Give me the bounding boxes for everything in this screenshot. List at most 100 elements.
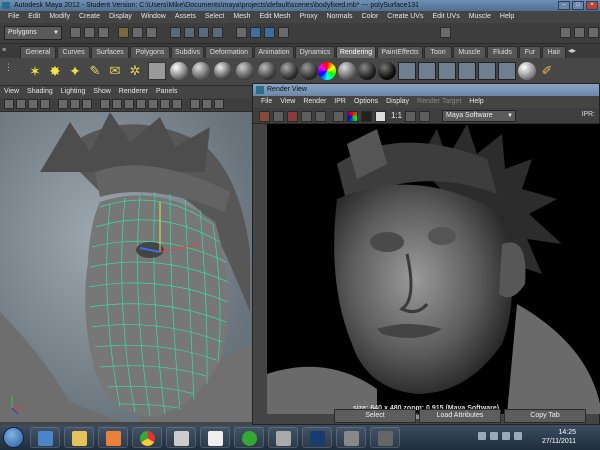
ipr-redo-icon[interactable]: [273, 111, 284, 122]
menu-create[interactable]: Create: [75, 11, 105, 23]
maximize-button[interactable]: □: [572, 1, 584, 10]
clock[interactable]: 14:25 27/11/2011: [542, 428, 576, 446]
render-settings-shelf-icon[interactable]: [438, 62, 456, 80]
taskbar-notepad[interactable]: [200, 427, 230, 448]
select-object-icon[interactable]: [132, 27, 143, 38]
use-background-icon[interactable]: [358, 62, 376, 80]
rgb-channels-icon[interactable]: [333, 111, 344, 122]
select-hierarchy-icon[interactable]: [118, 27, 129, 38]
tab-polygons[interactable]: Polygons: [130, 46, 170, 58]
directional-light-icon[interactable]: ✸: [46, 62, 64, 80]
shelf-menu-icon[interactable]: ≡: [2, 47, 6, 54]
taskbar-zbrush[interactable]: [336, 427, 366, 448]
menu-edit[interactable]: Edit: [24, 11, 45, 23]
xray-joints-icon[interactable]: [202, 99, 212, 109]
menu-proxy[interactable]: Proxy: [296, 11, 323, 23]
taskbar-chrome[interactable]: [132, 427, 162, 448]
ambient-light-icon[interactable]: ✶: [26, 62, 44, 80]
tab-fur[interactable]: Fur: [519, 46, 541, 58]
tab-painteffects[interactable]: PaintEffects: [377, 46, 423, 58]
luminance-icon[interactable]: [375, 111, 386, 122]
alpha-channel-icon[interactable]: [361, 111, 372, 122]
minimize-button[interactable]: –: [558, 1, 570, 10]
bookmark-icon[interactable]: [28, 99, 38, 109]
shelf-scroll-icon[interactable]: ◂▸: [568, 46, 576, 55]
anisotropic-sphere-icon[interactable]: [258, 62, 276, 80]
tray-network-icon[interactable]: [490, 432, 498, 440]
point-light-icon[interactable]: ✦: [66, 62, 84, 80]
color-channels-icon[interactable]: [347, 111, 358, 122]
lambert-sphere-icon[interactable]: [192, 62, 210, 80]
tab-animation[interactable]: Animation: [254, 46, 294, 58]
open-scene-icon[interactable]: [84, 27, 95, 38]
phong-sphere-icon[interactable]: [214, 62, 232, 80]
keep-image-icon[interactable]: [405, 111, 416, 122]
wireframe-on-shaded-icon[interactable]: [124, 99, 134, 109]
save-scene-icon[interactable]: [98, 27, 109, 38]
ocean-shader-icon[interactable]: [378, 62, 396, 80]
ipr-render-icon[interactable]: [264, 27, 275, 38]
remove-image-icon[interactable]: [419, 111, 430, 122]
viewport-menu-view[interactable]: View: [0, 86, 23, 98]
tab-rendering[interactable]: Rendering: [336, 46, 376, 58]
close-button[interactable]: ×: [586, 1, 598, 10]
film-gate-icon[interactable]: [70, 99, 80, 109]
real-size-button[interactable]: 1:1: [391, 111, 402, 120]
menu-window[interactable]: Window: [137, 11, 171, 23]
taskbar-folder[interactable]: [64, 427, 94, 448]
menu-mesh[interactable]: Mesh: [229, 11, 255, 23]
render-view-title-bar[interactable]: Render View: [253, 84, 599, 96]
rv-menu-ipr[interactable]: IPR: [330, 96, 350, 108]
tab-dynamics[interactable]: Dynamics: [295, 46, 335, 58]
render-view-icon[interactable]: [478, 62, 496, 80]
input-line-icon[interactable]: [440, 27, 451, 38]
snap-grid-icon[interactable]: [170, 27, 181, 38]
rendered-image[interactable]: [267, 124, 600, 414]
menu-display[interactable]: Display: [105, 11, 137, 23]
ramp-shader-icon[interactable]: [318, 62, 336, 80]
taskbar-explorer[interactable]: [30, 427, 60, 448]
tab-subdivs[interactable]: Subdivs: [171, 46, 204, 58]
rv-menu-options[interactable]: Options: [350, 96, 382, 108]
render-frame-icon[interactable]: [250, 27, 261, 38]
tab-fluids[interactable]: Fluids: [487, 46, 518, 58]
tray-up-icon[interactable]: [478, 432, 486, 440]
spot-light-icon[interactable]: ✎: [86, 62, 104, 80]
viewport-menu-shading[interactable]: Shading: [23, 86, 57, 98]
viewport-menu-panels[interactable]: Panels: [152, 86, 181, 98]
hud-icon[interactable]: [214, 99, 224, 109]
viewport-menu-show[interactable]: Show: [89, 86, 115, 98]
rv-menu-render-target[interactable]: Render Target: [413, 96, 465, 108]
surface-shader-icon[interactable]: [338, 62, 356, 80]
start-button[interactable]: [3, 427, 24, 448]
snapshot-icon[interactable]: [315, 111, 326, 122]
menu-set-select[interactable]: Polygons ▼: [4, 26, 62, 40]
tab-toon[interactable]: Toon: [424, 46, 452, 58]
snap-plane-icon[interactable]: [212, 27, 223, 38]
wireframe-icon[interactable]: [100, 99, 110, 109]
tab-muscle[interactable]: Muscle: [453, 46, 486, 58]
render-current-frame-icon[interactable]: [398, 62, 416, 80]
viewport-menu-renderer[interactable]: Renderer: [115, 86, 152, 98]
copy-tab-button[interactable]: Copy Tab: [504, 409, 586, 423]
resolution-gate-icon[interactable]: [82, 99, 92, 109]
menu-assets[interactable]: Assets: [171, 11, 201, 23]
rv-menu-display[interactable]: Display: [382, 96, 413, 108]
tab-general[interactable]: General: [20, 46, 56, 58]
menu-edit-mesh[interactable]: Edit Mesh: [255, 11, 295, 23]
menu-color[interactable]: Color: [358, 11, 384, 23]
batch-render-icon[interactable]: [498, 62, 516, 80]
menu-file[interactable]: File: [4, 11, 24, 23]
layered-shader-icon[interactable]: [280, 62, 298, 80]
area-light-icon[interactable]: ✉: [106, 62, 124, 80]
isolate-select-icon[interactable]: [190, 99, 200, 109]
snap-point-icon[interactable]: [198, 27, 209, 38]
smooth-shade-icon[interactable]: [112, 99, 122, 109]
menu-create-uvs[interactable]: Create UVs: [383, 11, 428, 23]
menu-normals[interactable]: Normals: [322, 11, 357, 23]
menu-modify[interactable]: Modify: [45, 11, 75, 23]
menu-muscle[interactable]: Muscle: [465, 11, 496, 23]
camera-select-icon[interactable]: [4, 99, 14, 109]
menu-select[interactable]: Select: [201, 11, 229, 23]
channel-box-icon[interactable]: [588, 27, 599, 38]
